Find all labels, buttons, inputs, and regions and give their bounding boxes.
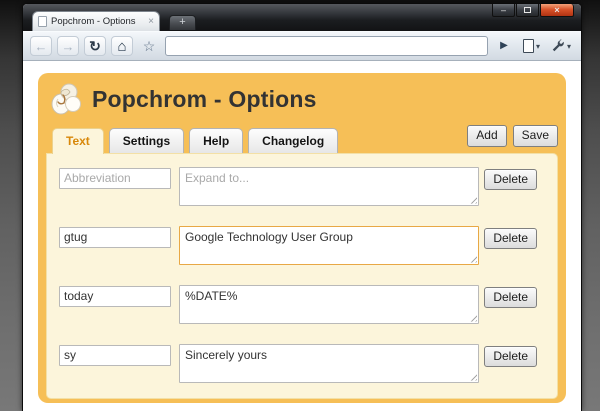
- page-title: Popchrom - Options: [92, 85, 317, 112]
- tab-actions: Add Save: [467, 125, 558, 153]
- home-button[interactable]: ⌂: [111, 36, 133, 56]
- delete-button[interactable]: Delete: [484, 345, 537, 368]
- tab-close-icon[interactable]: ×: [148, 16, 154, 27]
- text-tab-content: Delete Google Technology User Group Dele…: [46, 152, 558, 399]
- minimize-button[interactable]: –: [492, 4, 515, 17]
- abbreviation-row: %DATE% Delete: [59, 284, 545, 324]
- delete-button[interactable]: Delete: [484, 168, 537, 191]
- close-button[interactable]: ×: [540, 4, 574, 17]
- panel-header: Popchrom - Options: [46, 79, 558, 125]
- abbreviation-input[interactable]: [59, 344, 171, 366]
- new-tab-button[interactable]: +: [169, 15, 196, 30]
- expansion-textarea[interactable]: Sincerely yours: [179, 343, 479, 383]
- expansion-wrap: Sincerely yours: [179, 343, 479, 383]
- reload-icon: ↻: [89, 38, 101, 54]
- expansion-wrap: Google Technology User Group: [179, 225, 479, 265]
- window-controls: – ×: [492, 4, 574, 17]
- expansion-textarea[interactable]: Google Technology User Group: [179, 225, 479, 265]
- titlebar: Popchrom - Options × + – ×: [23, 4, 581, 31]
- forward-button[interactable]: →: [57, 36, 79, 56]
- abbreviation-row: Delete: [59, 166, 545, 206]
- page-menu-button[interactable]: ▾: [520, 39, 543, 53]
- abbreviation-row: Google Technology User Group Delete: [59, 225, 545, 265]
- page-menu-icon: [522, 39, 534, 53]
- go-icon: ▶: [500, 40, 508, 51]
- browser-tab[interactable]: Popchrom - Options ×: [32, 11, 160, 31]
- delete-button[interactable]: Delete: [484, 227, 537, 250]
- expansion-wrap: [179, 166, 479, 206]
- expansion-textarea[interactable]: %DATE%: [179, 284, 479, 324]
- forward-icon: →: [61, 38, 75, 54]
- add-button[interactable]: Add: [467, 125, 507, 147]
- favicon-icon: [38, 16, 47, 27]
- desktop-background: Popchrom - Options × + – × ← → ↻ ⌂ ☆ ▶ ▾: [0, 0, 600, 411]
- save-button[interactable]: Save: [512, 125, 558, 147]
- maximize-button[interactable]: [516, 4, 539, 17]
- abbreviation-row: Sincerely yours Delete: [59, 343, 545, 383]
- reload-button[interactable]: ↻: [84, 36, 106, 56]
- tab-settings[interactable]: Settings: [108, 127, 185, 153]
- wrench-menu-button[interactable]: ▾: [548, 39, 574, 53]
- page-viewport: Popchrom - Options Text Settings Help Ch…: [23, 61, 581, 411]
- browser-window: Popchrom - Options × + – × ← → ↻ ⌂ ☆ ▶ ▾: [22, 3, 582, 411]
- browser-toolbar: ← → ↻ ⌂ ☆ ▶ ▾ ▾: [23, 31, 581, 61]
- address-bar-input[interactable]: [165, 36, 488, 56]
- star-icon: ☆: [142, 38, 156, 54]
- tab-changelog[interactable]: Changelog: [248, 127, 339, 153]
- popchrom-logo-icon: [51, 83, 81, 115]
- options-tabbar: Text Settings Help Changelog Add Save: [46, 125, 558, 154]
- popchrom-options-panel: Popchrom - Options Text Settings Help Ch…: [38, 73, 566, 403]
- back-icon: ←: [34, 38, 48, 54]
- back-button[interactable]: ←: [30, 36, 52, 56]
- tab-text[interactable]: Text: [52, 127, 104, 154]
- abbreviation-input[interactable]: [59, 226, 171, 248]
- tab-title: Popchrom - Options: [51, 16, 136, 27]
- expansion-textarea[interactable]: [179, 166, 479, 206]
- home-icon: ⌂: [117, 37, 127, 55]
- tab-help[interactable]: Help: [189, 127, 244, 153]
- delete-button[interactable]: Delete: [484, 286, 537, 309]
- bookmark-button[interactable]: ☆: [138, 36, 160, 56]
- chevron-down-icon: ▾: [535, 41, 540, 51]
- expansion-wrap: %DATE%: [179, 284, 479, 324]
- wrench-icon: [552, 39, 564, 52]
- chevron-down-icon: ▾: [566, 41, 571, 51]
- abbreviation-input[interactable]: [59, 285, 171, 307]
- maximize-icon: [524, 7, 531, 13]
- abbreviation-input[interactable]: [59, 167, 171, 189]
- go-button[interactable]: ▶: [493, 36, 515, 56]
